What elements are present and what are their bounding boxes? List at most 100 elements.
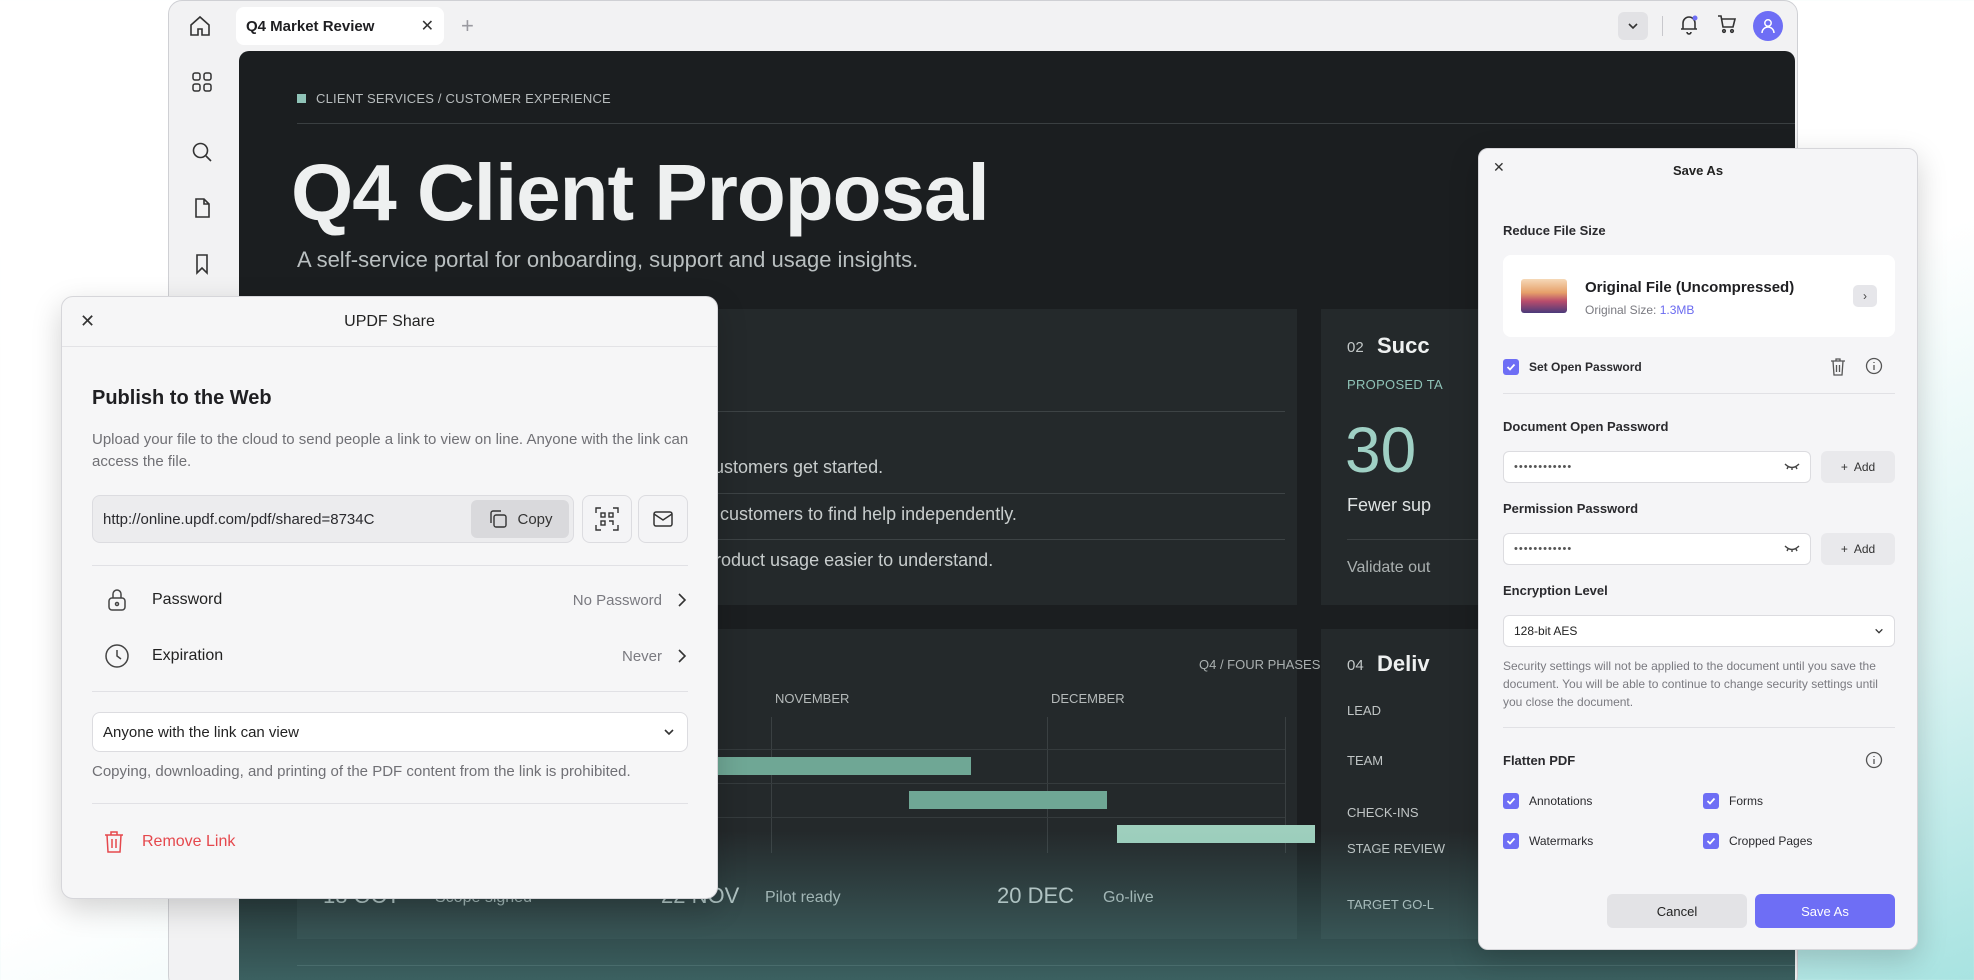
encryption-select[interactable]: 128-bit AES	[1503, 615, 1895, 647]
cancel-button[interactable]: Cancel	[1607, 894, 1747, 928]
toolbar-right	[1618, 11, 1783, 41]
bell-icon[interactable]	[1677, 12, 1701, 41]
set-open-password-label: Set Open Password	[1529, 360, 1642, 374]
expiration-value: Never	[621, 647, 662, 665]
remove-link-button[interactable]: Remove Link	[102, 829, 235, 855]
grid-icon[interactable]	[187, 67, 217, 97]
copy-button[interactable]: Copy	[471, 500, 569, 538]
password-row[interactable]: Password No Password	[92, 585, 688, 615]
divider	[92, 565, 688, 566]
check-icon	[1703, 793, 1719, 809]
file-size-option[interactable]: Original File (Uncompressed) Original Si…	[1503, 255, 1895, 337]
page-subtitle: A self-service portal for onboarding, su…	[297, 247, 919, 272]
save-as-button[interactable]: Save As	[1755, 894, 1895, 928]
set-open-password-checkbox[interactable]: Set Open Password	[1503, 359, 1642, 375]
lock-icon	[102, 587, 132, 613]
access-option: Anyone with the link can view	[103, 723, 299, 741]
goal-item: customers get started.	[705, 457, 884, 477]
email-button[interactable]	[638, 495, 688, 543]
month-label: NOVEMBER	[775, 691, 850, 706]
add-permission-password-button[interactable]: + Add	[1821, 533, 1895, 565]
search-icon[interactable]	[187, 137, 217, 167]
share-description: Upload your file to the cloud to send pe…	[92, 431, 689, 470]
breadcrumb-text: CLIENT SERVICES / CUSTOMER EXPERIENCE	[316, 91, 611, 106]
bookmark-icon[interactable]	[187, 249, 217, 279]
watermarks-checkbox[interactable]: Watermarks	[1503, 833, 1593, 849]
phase-bar	[695, 757, 971, 775]
chevron-down-icon[interactable]	[1618, 12, 1648, 40]
trash-icon[interactable]	[1829, 357, 1847, 382]
goal-item: product usage easier to understand.	[705, 550, 994, 570]
file-name: Original File (Uncompressed)	[1585, 279, 1795, 296]
phases-label: Q4 / FOUR PHASES	[1199, 657, 1321, 672]
page-icon[interactable]	[187, 193, 217, 223]
divider	[1662, 16, 1663, 36]
access-select[interactable]: Anyone with the link can view	[92, 712, 688, 752]
check-icon	[1503, 793, 1519, 809]
permission-password-value: ••••••••••••	[1514, 543, 1573, 555]
cropped-pages-label: Cropped Pages	[1729, 834, 1813, 848]
info-icon[interactable]	[1865, 751, 1883, 774]
divider	[1503, 727, 1895, 728]
expiration-row[interactable]: Expiration Never	[92, 641, 688, 671]
card-heading: Deliv	[1377, 651, 1430, 676]
home-icon[interactable]	[187, 13, 213, 39]
grid-line	[1047, 717, 1048, 853]
forms-checkbox[interactable]: Forms	[1703, 793, 1763, 809]
cart-icon[interactable]	[1715, 12, 1739, 41]
goal-item: e customers to find help independently.	[705, 504, 1017, 524]
grid-line	[695, 817, 1285, 818]
grid-line	[771, 717, 772, 853]
mail-icon	[653, 511, 673, 527]
cropped-pages-checkbox[interactable]: Cropped Pages	[1703, 833, 1812, 849]
copy-icon	[490, 510, 508, 528]
copy-label: Copy	[517, 510, 553, 528]
chevron-right-icon[interactable]: ›	[1853, 285, 1877, 307]
annotations-checkbox[interactable]: Annotations	[1503, 793, 1592, 809]
card-footnote: Validate out	[1347, 559, 1431, 576]
plus-icon: +	[1840, 460, 1848, 474]
qr-code-icon	[595, 507, 619, 531]
new-tab-icon[interactable]: +	[461, 13, 474, 39]
file-size-line: Original Size: 1.3MB	[1585, 303, 1694, 317]
divider	[695, 539, 1285, 540]
share-url-field[interactable]: http://online.updf.com/pdf/shared=8734C …	[92, 495, 574, 543]
divider	[1503, 393, 1895, 394]
permission-password-input[interactable]: ••••••••••••	[1503, 533, 1811, 565]
password-value: No Password	[572, 591, 662, 609]
share-url: http://online.updf.com/pdf/shared=8734C	[103, 510, 375, 528]
password-label: Password	[152, 591, 223, 608]
security-note: Security settings will not be applied to…	[1503, 659, 1878, 709]
month-label: DECEMBER	[1051, 691, 1125, 706]
tab-close-icon[interactable]: ✕	[421, 16, 434, 36]
watermarks-label: Watermarks	[1529, 834, 1594, 848]
flatten-label: Flatten PDF	[1503, 753, 1576, 768]
avatar[interactable]	[1753, 11, 1783, 41]
restriction-note: Copying, downloading, and printing of th…	[92, 763, 631, 780]
reduce-size-label: Reduce File Size	[1503, 223, 1606, 238]
share-dialog: ✕ UPDF Share Publish to the Web Upload y…	[61, 296, 718, 899]
qr-code-button[interactable]	[582, 495, 632, 543]
add-open-password-button[interactable]: + Add	[1821, 451, 1895, 483]
breadcrumb-marker	[297, 94, 306, 103]
save-as-dialog: ✕ Save As Reduce File Size Original File…	[1478, 148, 1918, 950]
permission-password-label: Permission Password	[1503, 501, 1639, 516]
doc-open-password-value: ••••••••••••	[1514, 461, 1573, 473]
grid-line	[695, 783, 1285, 784]
encryption-label: Encryption Level	[1503, 583, 1608, 598]
divider	[92, 691, 688, 692]
doc-open-password-label: Document Open Password	[1503, 419, 1669, 434]
close-icon[interactable]: ✕	[80, 311, 95, 332]
eye-closed-icon[interactable]	[1784, 462, 1800, 472]
eye-closed-icon[interactable]	[1784, 544, 1800, 554]
grid-line	[695, 749, 1285, 750]
divider	[297, 123, 1795, 124]
tab-q4-market-review[interactable]: Q4 Market Review ✕	[236, 7, 444, 45]
check-icon	[1703, 833, 1719, 849]
info-icon[interactable]	[1865, 357, 1883, 380]
chevron-down-icon	[664, 729, 674, 736]
doc-open-password-input[interactable]: ••••••••••••	[1503, 451, 1811, 483]
stat-caption: Fewer sup	[1347, 495, 1432, 515]
chevron-right-icon	[678, 593, 687, 607]
clock-icon	[102, 643, 132, 669]
